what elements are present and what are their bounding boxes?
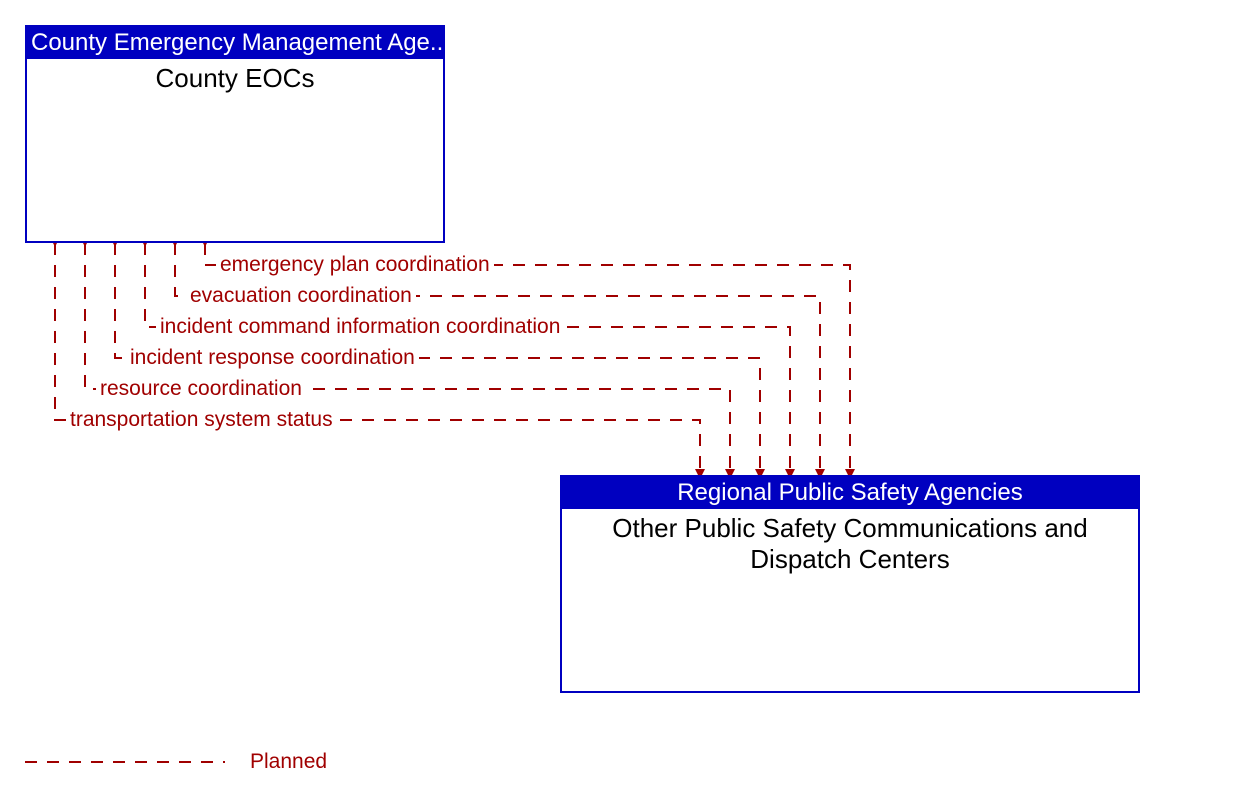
entity-county-eocs: County Emergency Management Age... Count… [25, 25, 445, 243]
flow-label-incident-command-information-coordination: incident command information coordinatio… [156, 315, 564, 339]
diagram-canvas: County Emergency Management Age... Count… [0, 0, 1252, 808]
entity-header-county: County Emergency Management Age... [27, 27, 443, 59]
entity-header-regional: Regional Public Safety Agencies [562, 477, 1138, 509]
flow-label-emergency-plan-coordination: emergency plan coordination [216, 253, 494, 277]
entity-body-regional: Other Public Safety Communications and D… [562, 509, 1138, 579]
flow-label-resource-coordination: resource coordination [96, 377, 306, 401]
entity-body-county: County EOCs [27, 59, 443, 98]
flow-label-transportation-system-status: transportation system status [66, 408, 337, 432]
flow-label-incident-response-coordination: incident response coordination [126, 346, 419, 370]
legend-planned-label: Planned [250, 750, 327, 774]
flow-label-evacuation-coordination: evacuation coordination [186, 284, 416, 308]
entity-other-public-safety: Regional Public Safety Agencies Other Pu… [560, 475, 1140, 693]
